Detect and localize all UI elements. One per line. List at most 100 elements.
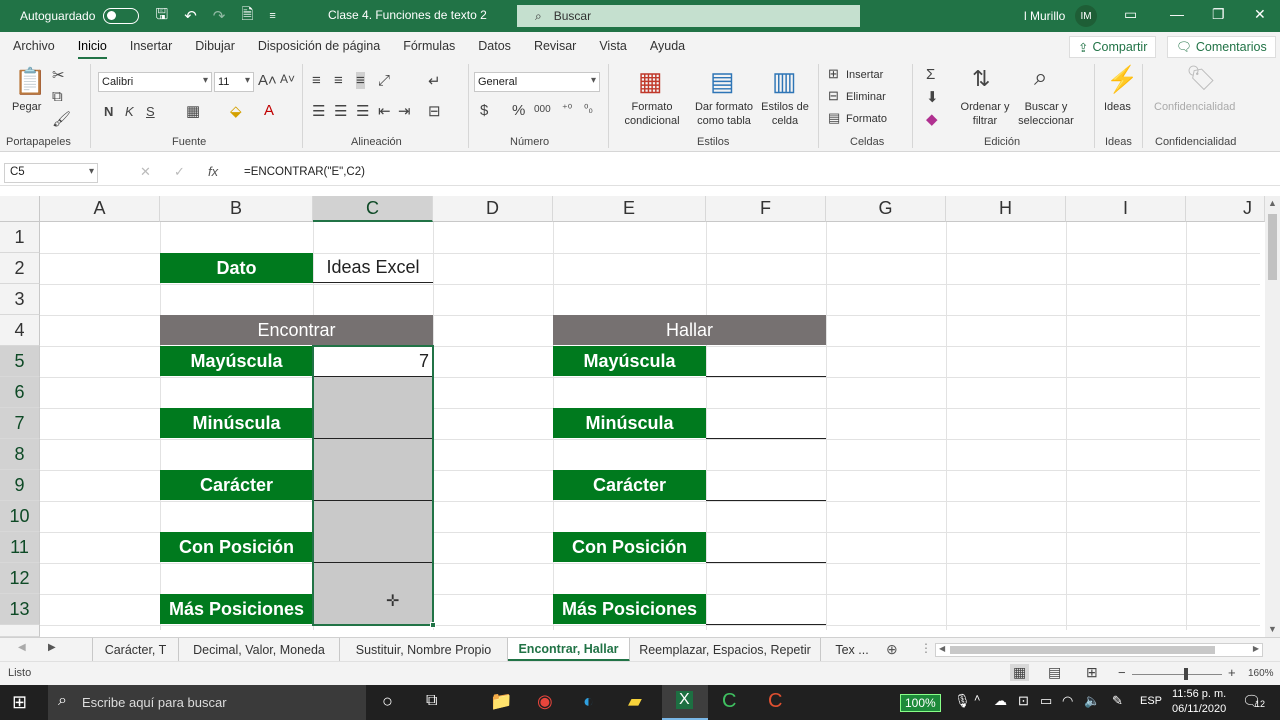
- orientation-icon[interactable]: ⤢: [378, 72, 390, 89]
- maximize-icon[interactable]: ❐: [1212, 6, 1225, 23]
- row-header-5[interactable]: 5: [0, 346, 40, 377]
- tabs-splitter-icon[interactable]: ⋮: [920, 641, 932, 655]
- next-sheet-icon[interactable]: ▶: [48, 642, 56, 653]
- column-header-f[interactable]: F: [706, 196, 826, 222]
- clock-date[interactable]: 06/11/2020: [1172, 703, 1226, 715]
- scroll-left-icon[interactable]: ◀: [939, 644, 945, 653]
- align-bottom-icon[interactable]: ≡: [356, 72, 365, 89]
- row-header-3[interactable]: 3: [0, 284, 40, 315]
- onedrive-icon[interactable]: ☁: [994, 693, 1007, 709]
- cut-icon[interactable]: ✂: [52, 66, 65, 84]
- avatar[interactable]: IM: [1075, 5, 1097, 27]
- user-name[interactable]: l Murillo: [1024, 9, 1065, 23]
- row-header-7[interactable]: 7: [0, 408, 40, 439]
- search-box[interactable]: ⌕ Buscar: [517, 5, 860, 27]
- format-as-table-icon[interactable]: ▤: [710, 66, 735, 97]
- page-layout-icon[interactable]: ▤: [1048, 664, 1061, 681]
- task-view-icon[interactable]: ⧉: [426, 692, 437, 710]
- row-header-9[interactable]: 9: [0, 470, 40, 501]
- zoom-in-icon[interactable]: +: [1228, 665, 1236, 680]
- zoom-out-icon[interactable]: −: [1118, 665, 1126, 680]
- zoom-slider[interactable]: [1132, 674, 1222, 675]
- sort-filter-button[interactable]: Ordenar y filtrar: [958, 100, 1012, 129]
- format-cells-icon[interactable]: ▤: [828, 110, 840, 126]
- wrap-text-icon[interactable]: ↵: [428, 72, 441, 90]
- sheet-tab-sustituir[interactable]: Sustituir, Nombre Propio: [340, 638, 508, 662]
- horizontal-scrollbar[interactable]: ◀ ▶: [935, 643, 1263, 657]
- normal-view-icon[interactable]: ▦: [1010, 664, 1030, 681]
- hallar-value-mayuscula[interactable]: [706, 346, 826, 377]
- encontrar-header[interactable]: Encontrar: [160, 315, 433, 345]
- comments-button[interactable]: 🗨 Comentarios: [1167, 36, 1276, 58]
- insert-cells-icon[interactable]: ⊞: [828, 66, 839, 82]
- tab-formulas[interactable]: Fórmulas: [403, 39, 455, 53]
- sticky-notes-icon[interactable]: ▰: [628, 691, 642, 712]
- column-header-c[interactable]: C: [313, 196, 433, 222]
- excel-taskbar-button[interactable]: X: [662, 685, 708, 720]
- merge-center-icon[interactable]: ⊟: [428, 102, 441, 120]
- ribbon-display-icon[interactable]: ▭: [1124, 6, 1137, 23]
- column-header-d[interactable]: D: [433, 196, 553, 222]
- hallar-label-caracter[interactable]: Carácter: [553, 470, 706, 500]
- column-header-e[interactable]: E: [553, 196, 706, 222]
- ideas-button[interactable]: Ideas: [1104, 100, 1131, 114]
- row-header-8[interactable]: 8: [0, 439, 40, 470]
- redo-icon[interactable]: ↷: [213, 7, 226, 25]
- cortana-icon[interactable]: ○: [382, 691, 393, 712]
- touch-mode-icon[interactable]: 🗎: [241, 4, 253, 29]
- scroll-right-icon[interactable]: ▶: [1253, 644, 1259, 653]
- undo-icon[interactable]: ↶: [184, 7, 197, 25]
- share-button[interactable]: ⇪ Compartir: [1069, 36, 1157, 58]
- volume-icon[interactable]: 🔈: [1084, 693, 1100, 709]
- mic-icon[interactable]: 🎙: [954, 693, 971, 709]
- add-sheet-icon[interactable]: ⊕: [886, 641, 898, 658]
- edge-icon[interactable]: ◐: [583, 691, 594, 712]
- scroll-thumb[interactable]: [1268, 214, 1277, 280]
- italic-button[interactable]: K: [125, 104, 134, 119]
- column-header-i[interactable]: I: [1066, 196, 1186, 222]
- prev-sheet-icon[interactable]: ◀: [18, 642, 26, 653]
- decrease-font-icon[interactable]: A˅: [280, 72, 295, 86]
- encontrar-label-caracter[interactable]: Carácter: [160, 470, 313, 500]
- align-top-icon[interactable]: ≡: [312, 72, 321, 89]
- scroll-up-icon[interactable]: ▲: [1268, 198, 1277, 208]
- paste-button[interactable]: Pegar: [12, 100, 41, 114]
- camtasia-icon[interactable]: C: [722, 690, 736, 713]
- hallar-label-minuscula[interactable]: Minúscula: [553, 408, 706, 438]
- align-middle-icon[interactable]: ≡: [334, 72, 343, 89]
- column-header-j[interactable]: J: [1186, 196, 1265, 222]
- format-cells-button[interactable]: Formato: [846, 112, 887, 126]
- row-header-2[interactable]: 2: [0, 253, 40, 284]
- increase-indent-icon[interactable]: ⇥: [398, 102, 411, 120]
- scroll-down-icon[interactable]: ▼: [1268, 624, 1277, 634]
- windows-start-icon[interactable]: ⊞: [12, 692, 27, 713]
- column-header-b[interactable]: B: [160, 196, 313, 222]
- cell-c2-dato-value[interactable]: Ideas Excel: [313, 253, 433, 283]
- conditional-format-button[interactable]: Formato condicional: [618, 100, 686, 129]
- align-right-icon[interactable]: ☰: [356, 102, 369, 120]
- fill-handle[interactable]: [430, 622, 436, 628]
- tab-insertar[interactable]: Insertar: [130, 39, 172, 53]
- ideas-icon[interactable]: ⚡: [1106, 64, 1138, 95]
- tab-dibujar[interactable]: Dibujar: [195, 39, 235, 53]
- decrease-indent-icon[interactable]: ⇤: [378, 102, 391, 120]
- row-header-1[interactable]: 1: [0, 222, 40, 253]
- borders-icon[interactable]: ▦: [186, 102, 200, 120]
- autosave-toggle[interactable]: [103, 8, 140, 24]
- cell-b2-dato-label[interactable]: Dato: [160, 253, 313, 283]
- save-icon[interactable]: 🖫: [155, 4, 168, 29]
- hallar-value-mas-posiciones[interactable]: [706, 594, 826, 625]
- insert-cells-button[interactable]: Insertar: [846, 68, 883, 82]
- chrome-icon[interactable]: ◉: [537, 691, 553, 712]
- page-break-icon[interactable]: ⊞: [1086, 664, 1098, 681]
- align-left-icon[interactable]: ☰: [312, 102, 325, 120]
- battery-icon[interactable]: ▭: [1040, 693, 1052, 709]
- clock-time[interactable]: 11:56 p. m.: [1172, 688, 1226, 700]
- tab-datos[interactable]: Datos: [478, 39, 511, 53]
- encontrar-label-con-posicion[interactable]: Con Posición: [160, 532, 313, 562]
- formula-input[interactable]: =ENCONTRAR("E",C2): [236, 163, 1266, 183]
- customize-toolbar-icon[interactable]: ≡: [269, 10, 275, 22]
- find-select-icon[interactable]: ⌕: [1034, 64, 1047, 92]
- recorder-icon[interactable]: C: [768, 690, 782, 713]
- taskbar-search[interactable]: ⌕ Escribe aquí para buscar: [48, 685, 366, 720]
